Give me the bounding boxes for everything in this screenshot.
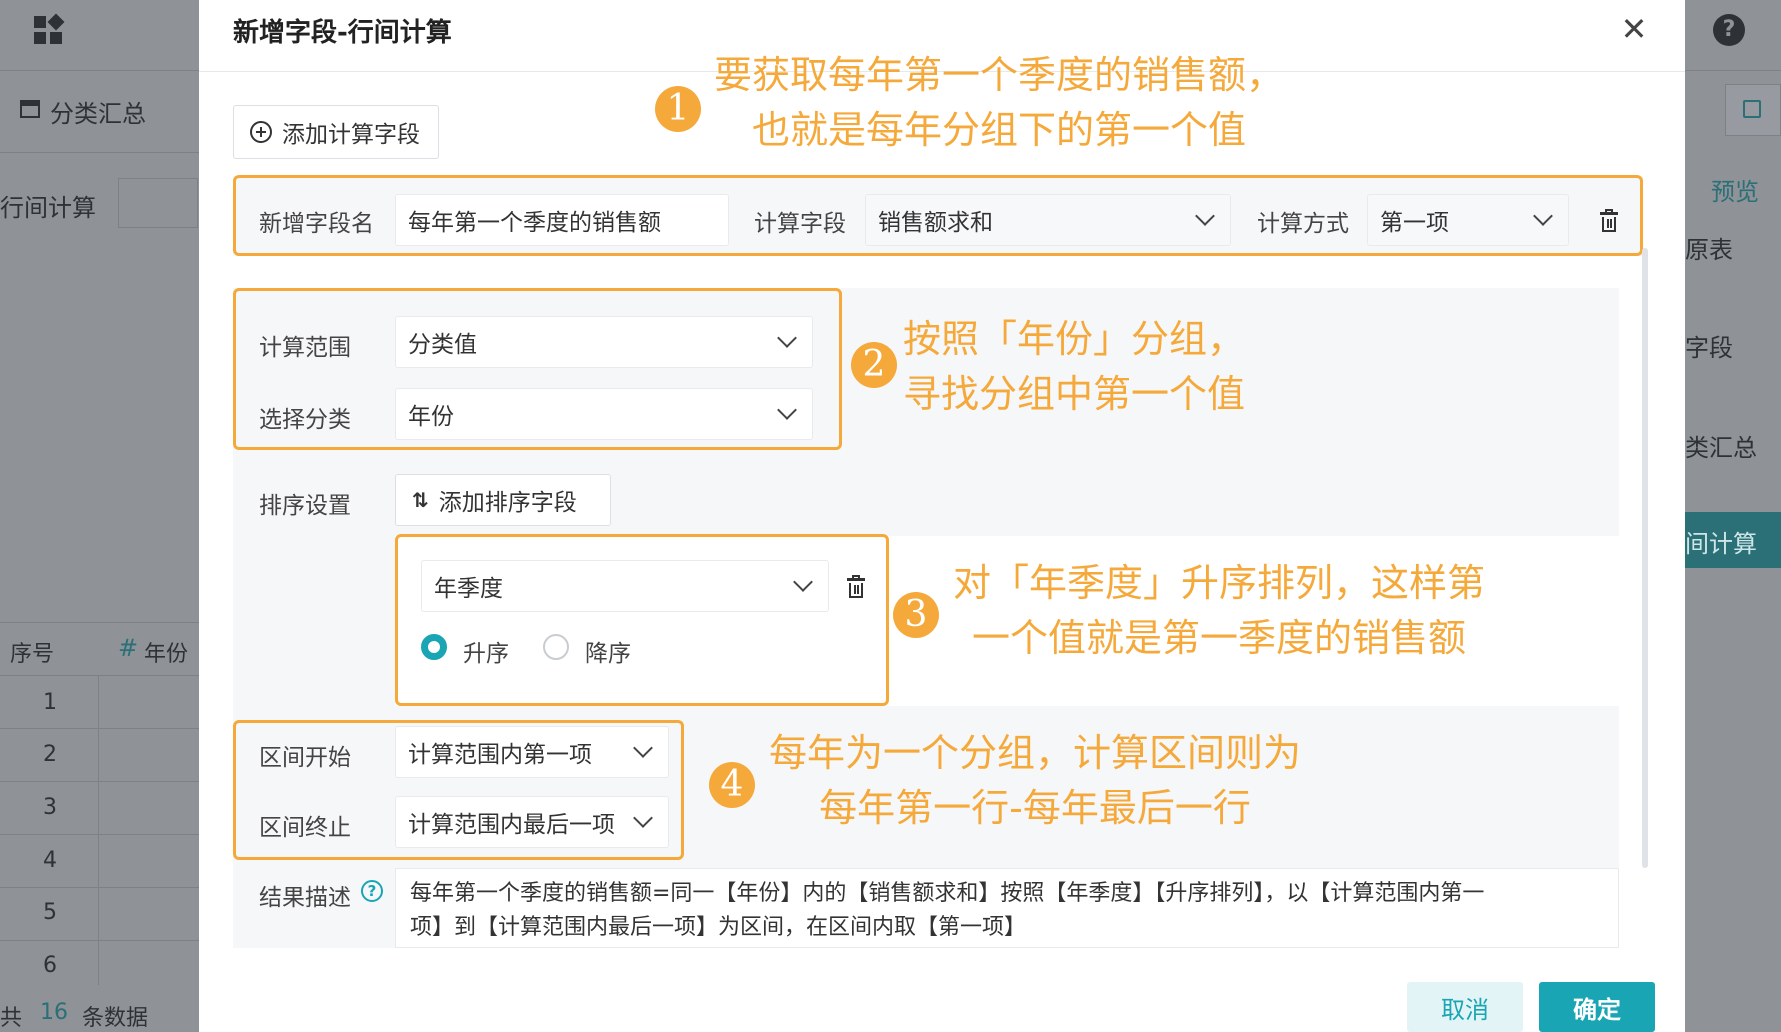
dialog-scrollbar[interactable]: [1642, 248, 1648, 868]
bg-row-number: 4: [43, 848, 57, 873]
row-calc-dialog: 新增字段-行间计算 ✕ 添加计算字段 新增字段名 每年第一个季度的销售额 计算字…: [199, 0, 1685, 1032]
bg-row-calc-input: [118, 178, 198, 228]
annotation-badge-3: 3: [893, 592, 939, 638]
plus-circle-icon: [250, 121, 272, 143]
sort-arrows-icon: ⇅: [412, 488, 429, 512]
annotation-text-2: 按照「年份」分组， 寻找分组中第一个值: [903, 312, 1245, 422]
background-right-panel: ? 预览 原表 字段 类汇总 间计算: [1685, 0, 1781, 1032]
bg-row-number: 2: [43, 742, 57, 767]
result-description-line: 项】到【计算范围内最后一项】为区间，在区间内取【第一项】: [410, 915, 1027, 940]
annotation-line: 一个值就是第一季度的销售额: [971, 616, 1466, 660]
add-calc-field-button[interactable]: 添加计算字段: [233, 105, 439, 159]
dialog-title: 新增字段-行间计算: [233, 18, 452, 48]
annotation-line: 要获取每年第一个季度的销售额，: [713, 53, 1284, 97]
apps-grid-icon: [34, 13, 65, 46]
bg-row-number: 5: [43, 900, 57, 925]
help-circle-icon: ?: [1713, 14, 1745, 46]
bg-category-summary-right: 类汇总: [1685, 434, 1757, 462]
annotation-badge-4: 4: [709, 762, 755, 808]
annotation-line: 每年第一行-每年最后一行: [819, 786, 1251, 830]
highlight-box-4: [233, 720, 684, 860]
highlight-box-1: [233, 175, 1643, 256]
result-description-label: 结果描述: [259, 885, 351, 911]
annotation-badge-2: 2: [851, 342, 897, 388]
annotation-text-1: 要获取每年第一个季度的销售额， 也就是每年分组下的第一个值: [699, 48, 1299, 158]
annotation-line: 对「年季度」升序排列，这样第: [952, 561, 1485, 605]
highlight-box-3: [395, 534, 889, 706]
add-sort-field-button[interactable]: ⇅ 添加排序字段: [395, 474, 611, 526]
add-sort-field-label: 添加排序字段: [438, 490, 577, 516]
question-help-icon[interactable]: ?: [361, 880, 383, 902]
bg-footer-count: 16: [40, 1000, 68, 1025]
bg-table-hash-icon: #: [118, 634, 139, 662]
bg-field: 字段: [1685, 334, 1733, 362]
result-description-line: 每年第一个季度的销售额=同一【年份】内的【销售额求和】按照【年季度】【升序排列】…: [410, 881, 1485, 906]
hierarchy-icon: [20, 100, 40, 118]
bg-footer-suffix: 条数据: [82, 1006, 149, 1031]
sort-settings-label: 排序设置: [259, 493, 351, 519]
result-description-box: 每年第一个季度的销售额=同一【年份】内的【销售额求和】按照【年季度】【升序排列】…: [395, 868, 1619, 948]
bg-row-number: 1: [43, 690, 57, 715]
bg-preview: 预览: [1711, 178, 1759, 206]
annotation-line: 每年为一个分组，计算区间则为: [768, 731, 1301, 775]
confirm-button[interactable]: 确定: [1539, 982, 1655, 1032]
bg-row-calc-right: 间计算: [1685, 530, 1757, 558]
annotation-text-3: 对「年季度」升序排列，这样第 一个值就是第一季度的销售额: [939, 556, 1499, 666]
bg-row-number: 3: [43, 795, 57, 820]
annotation-text-4: 每年为一个分组，计算区间则为 每年第一行-每年最后一行: [755, 726, 1315, 836]
bg-footer-prefix: 共: [0, 1006, 23, 1031]
bg-row-number: 6: [43, 953, 57, 978]
annotation-line: 寻找分组中第一个值: [903, 372, 1246, 416]
bg-table-header-index: 序号: [10, 642, 55, 667]
add-calc-field-label: 添加计算字段: [282, 122, 420, 148]
bg-source-table: 原表: [1685, 236, 1733, 264]
annotation-line: 按照「年份」分组，: [903, 317, 1246, 361]
background-left-panel: 分类汇总 行间计算 序号 # 年份 1 2 3 4 5 6 共 16 条数据: [0, 0, 199, 1032]
annotation-line: 也就是每年分组下的第一个值: [751, 108, 1246, 152]
annotation-badge-1: 1: [655, 86, 701, 132]
close-icon[interactable]: ✕: [1619, 13, 1649, 45]
bg-table-header-year: 年份: [144, 642, 189, 667]
bg-category-summary: 分类汇总: [50, 100, 146, 128]
cancel-button[interactable]: 取消: [1407, 982, 1523, 1032]
highlight-box-2: [233, 288, 842, 450]
bg-row-calc: 行间计算: [0, 194, 96, 222]
save-icon: [1743, 100, 1761, 118]
